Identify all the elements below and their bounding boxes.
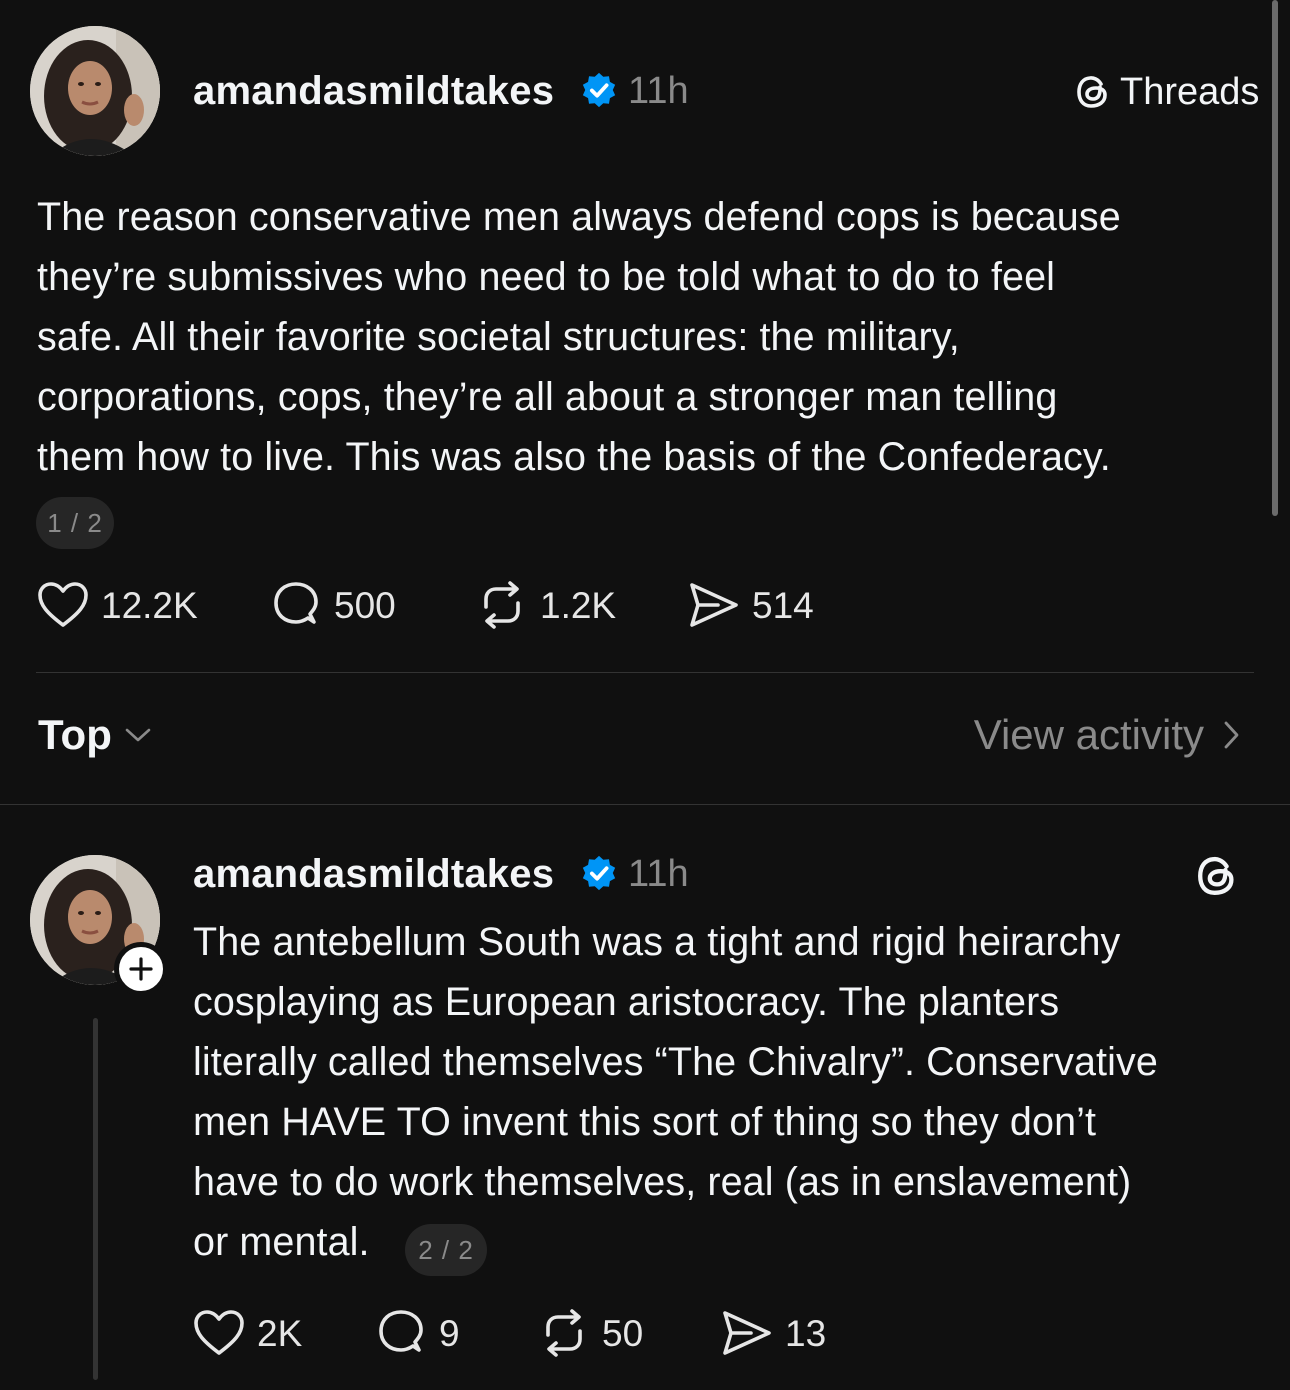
repost-count: 1.2K [540, 584, 617, 626]
post-time: 11h [628, 853, 689, 895]
username[interactable]: amandasmildtakes [193, 854, 554, 894]
chevron-down-icon [125, 728, 151, 742]
divider [36, 672, 1254, 673]
heart-icon [194, 1310, 244, 1355]
comment-icon [379, 1310, 423, 1352]
repost-count: 50 [602, 1312, 644, 1354]
comment-icon [274, 582, 318, 624]
avatar[interactable] [30, 26, 160, 156]
sort-label: Top [38, 711, 112, 758]
share-count: 514 [752, 584, 814, 626]
post-body: The reason conservative men always defen… [37, 195, 1121, 479]
send-icon [690, 583, 738, 627]
scrollbar[interactable] [1272, 0, 1278, 516]
plus-icon [129, 957, 153, 981]
threads-logo-icon [1077, 76, 1107, 108]
username[interactable]: amandasmildtakes [193, 71, 554, 111]
like-button[interactable]: 2K [193, 1308, 302, 1358]
view-activity-link[interactable]: View activity [974, 714, 1240, 756]
repost-icon [546, 1309, 582, 1357]
send-icon [723, 1311, 771, 1355]
repost-icon [484, 581, 520, 629]
reply-button[interactable]: 9 [375, 1308, 460, 1358]
repost-button[interactable]: 1.2K [476, 580, 616, 630]
threads-logo-icon[interactable] [1194, 852, 1240, 900]
share-count: 13 [785, 1312, 827, 1354]
chevron-right-icon [1224, 721, 1239, 749]
section-divider [0, 804, 1290, 805]
like-count: 12.2K [101, 584, 198, 626]
heart-icon [38, 582, 88, 627]
repost-button[interactable]: 50 [538, 1308, 643, 1358]
reply-count: 500 [334, 584, 396, 626]
reply-button[interactable]: 500 [270, 580, 396, 630]
like-button[interactable]: 12.2K [37, 580, 198, 630]
sort-dropdown[interactable]: Top [38, 714, 152, 756]
thread-counter-badge: 1 / 2 [36, 497, 114, 549]
view-activity-label: View activity [973, 711, 1204, 758]
threads-brand[interactable]: Threads [1074, 70, 1259, 114]
share-button[interactable]: 13 [721, 1308, 826, 1358]
reply-count: 9 [439, 1312, 460, 1354]
share-button[interactable]: 514 [688, 580, 814, 630]
verified-badge-icon [582, 855, 616, 891]
follow-button[interactable] [114, 942, 168, 996]
verified-badge-icon [582, 72, 616, 108]
post-time: 11h [628, 70, 689, 112]
post-body: The antebellum South was a tight and rig… [193, 920, 1158, 1264]
thread-counter-badge: 2 / 2 [405, 1224, 487, 1276]
thread-line [93, 1018, 98, 1380]
like-count: 2K [257, 1312, 303, 1354]
threads-brand-label: Threads [1120, 71, 1260, 113]
